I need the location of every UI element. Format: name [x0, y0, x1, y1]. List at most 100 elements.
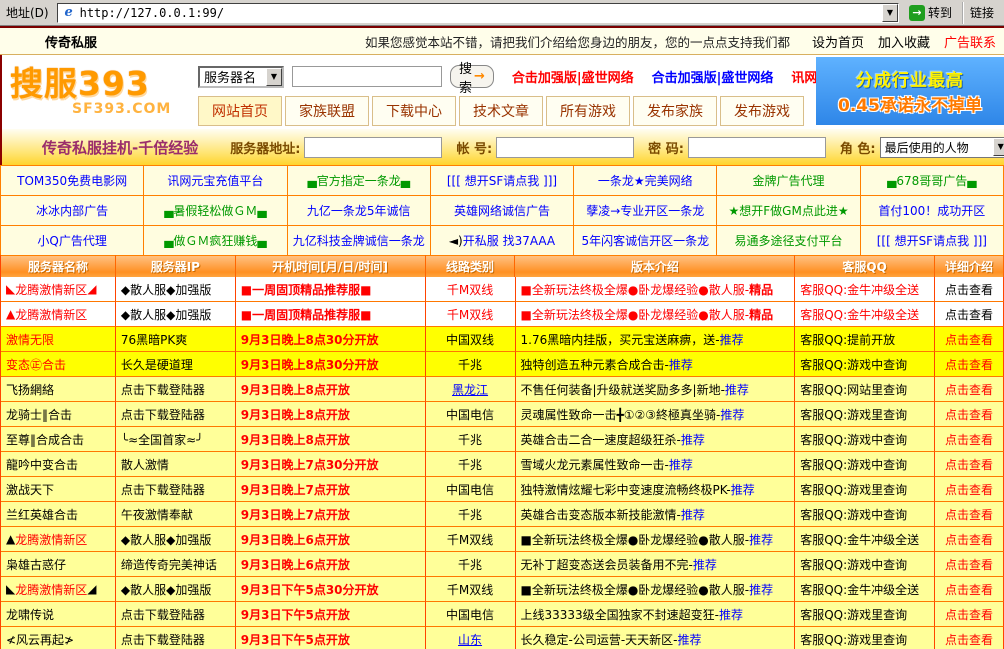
version-link[interactable]: ■全新玩法终极全爆●卧龙爆经验●散人服-推荐	[516, 577, 796, 602]
detail-link[interactable]: 点击查看	[935, 577, 1004, 602]
version-link[interactable]: ■全新玩法终极全爆●卧龙爆经验●散人服-精品	[516, 277, 796, 302]
ad-link-cell[interactable]: [[[ 想开SF请点我 ]]]	[431, 166, 574, 196]
server-name-link[interactable]: ≮风云再起≯	[1, 627, 116, 649]
ad-link-cell[interactable]: 5年闪客诚信开区一条龙	[574, 226, 717, 256]
server-name-link[interactable]: 龙骑士‖合击	[1, 402, 116, 427]
ad-link-cell[interactable]: 讯网元宝充值平台	[144, 166, 287, 196]
detail-link[interactable]: 点击查看	[935, 602, 1004, 627]
ad-link-cell[interactable]: ▄678哥哥广告▄	[861, 166, 1004, 196]
version-link[interactable]: ■全新玩法终极全爆●卧龙爆经验●散人服-推荐	[516, 527, 796, 552]
detail-link[interactable]: 点击查看	[935, 527, 1004, 552]
nav-tab[interactable]: 所有游戏	[546, 96, 630, 126]
version-link[interactable]: 不售任何装备|升级就送奖励多多|新地-推荐	[516, 377, 796, 402]
set-home-link[interactable]: 设为首页	[812, 32, 864, 51]
server-ip-cell[interactable]: ◆散人服◆加强版	[116, 577, 236, 602]
address-input[interactable]	[80, 6, 882, 20]
ad-link-cell[interactable]: ◄) 开私服 找37AAA	[431, 226, 574, 256]
detail-link[interactable]: 点击查看	[935, 327, 1004, 352]
nav-tab[interactable]: 网站首页	[198, 96, 282, 126]
nav-tab[interactable]: 发布家族	[633, 96, 717, 126]
server-ip-cell[interactable]: ◆散人服◆加强版	[116, 277, 236, 302]
server-name-link[interactable]: 枭雄古惑仔	[1, 552, 116, 577]
detail-link[interactable]: 点击查看	[935, 302, 1004, 327]
version-link[interactable]: 灵魂属性致命一击╋①②③終極真坐骑-推荐	[516, 402, 796, 427]
ad-link-cell[interactable]: 冰冰内部广告	[1, 196, 144, 226]
promo-link[interactable]: 合击加强版|盛世网络	[652, 67, 774, 86]
detail-link[interactable]: 点击查看	[935, 552, 1004, 577]
account-field[interactable]	[496, 137, 634, 158]
server-name-link[interactable]: 飞扬網絡	[1, 377, 116, 402]
links-toolbar[interactable]: 链接	[962, 2, 1002, 24]
detail-link[interactable]: 点击查看	[935, 477, 1004, 502]
go-button[interactable]: → 转到	[903, 2, 958, 24]
detail-link[interactable]: 点击查看	[935, 352, 1004, 377]
ad-link-cell[interactable]: 孽凌→专业开区一条龙	[574, 196, 717, 226]
server-name-link[interactable]: ◣龙腾激情新区◢	[1, 277, 116, 302]
search-button[interactable]: 搜索 →	[450, 65, 494, 88]
search-category-select[interactable]: 服务器名 ▼	[198, 66, 284, 88]
server-ip-cell[interactable]: 长久是硬道理	[116, 352, 236, 377]
ad-link-cell[interactable]: 英雄网络诚信广告	[431, 196, 574, 226]
version-link[interactable]: 无补丁超变态送会员装备用不完-推荐	[516, 552, 796, 577]
server-name-link[interactable]: 至尊‖合成合击	[1, 427, 116, 452]
detail-link[interactable]: 点击查看	[935, 402, 1004, 427]
detail-link[interactable]: 点击查看	[935, 377, 1004, 402]
version-link[interactable]: ■全新玩法终极全爆●卧龙爆经验●散人服-精品	[516, 302, 796, 327]
ad-link-cell[interactable]: 小Q广告代理	[1, 226, 144, 256]
password-field[interactable]	[688, 137, 826, 158]
server-ip-cell[interactable]: 午夜激情奉献	[116, 502, 236, 527]
detail-link[interactable]: 点击查看	[935, 452, 1004, 477]
ad-link-cell[interactable]: 金牌广告代理	[717, 166, 860, 196]
address-dropdown-button[interactable]: ▼	[882, 4, 898, 22]
server-name-link[interactable]: ▲龙腾激情新区	[1, 302, 116, 327]
server-ip-cell[interactable]: 76黑暗PK爽	[116, 327, 236, 352]
server-ip-cell[interactable]: ◆散人服◆加强版	[116, 302, 236, 327]
version-link[interactable]: 独特创造五种元素合成合击-推荐	[516, 352, 796, 377]
nav-tab[interactable]: 下载中心	[372, 96, 456, 126]
version-link[interactable]: 英雄合击变态版本新技能激情-推荐	[516, 502, 796, 527]
ad-link-cell[interactable]: ▄做ＧＭ疯狂赚钱▄	[144, 226, 287, 256]
nav-tab[interactable]: 技术文章	[459, 96, 543, 126]
address-input-box[interactable]: e ▼	[57, 3, 899, 23]
server-ip-cell[interactable]: ╰≈全国首家≈╯	[116, 427, 236, 452]
detail-link[interactable]: 点击查看	[935, 502, 1004, 527]
nav-tab[interactable]: 家族联盟	[285, 96, 369, 126]
ad-link-cell[interactable]: TOM350免费电影网	[1, 166, 144, 196]
ad-link-cell[interactable]: ▄官方指定一条龙▄	[288, 166, 431, 196]
version-link[interactable]: 独特激情炫耀七彩中变速度流畅终极PK-推荐	[516, 477, 796, 502]
promo-link[interactable]: 合击加强版|盛世网络	[512, 67, 634, 86]
version-link[interactable]: 英雄合击二合一速度超级狂杀-推荐	[516, 427, 796, 452]
site-logo[interactable]: 搜服393 SF393.COM	[10, 57, 196, 127]
server-ip-cell[interactable]: 缔造传奇完美神话	[116, 552, 236, 577]
ad-link-cell[interactable]: 易通多途径支付平台	[717, 226, 860, 256]
server-ip-cell[interactable]: 点击下载登陆器	[116, 627, 236, 649]
server-ip-cell[interactable]: 点击下载登陆器	[116, 602, 236, 627]
server-ip-cell[interactable]: 点击下载登陆器	[116, 477, 236, 502]
ad-link-cell[interactable]: [[[ 想开SF请点我 ]]]	[861, 226, 1004, 256]
server-ip-cell[interactable]: ◆散人服◆加强版	[116, 527, 236, 552]
server-ip-cell[interactable]: 点击下载登陆器	[116, 402, 236, 427]
role-select[interactable]: 最后使用的人物 ▼	[880, 137, 1004, 158]
detail-link[interactable]: 点击查看	[935, 277, 1004, 302]
server-name-link[interactable]: 兰红英雄合击	[1, 502, 116, 527]
server-ip-cell[interactable]: 散人激情	[116, 452, 236, 477]
version-link[interactable]: 上线33333级全国独家不封速超变狂-推荐	[516, 602, 796, 627]
server-name-link[interactable]: 龍吟中变合击	[1, 452, 116, 477]
ad-link-cell[interactable]: ★想开F做GM点此进★	[717, 196, 860, 226]
ad-link-cell[interactable]: 首付100！成功开区	[861, 196, 1004, 226]
add-favorite-link[interactable]: 加入收藏	[878, 32, 930, 51]
ad-link-cell[interactable]: 九亿科技金牌诚信一条龙	[288, 226, 431, 256]
server-name-link[interactable]: 变态㊣合击	[1, 352, 116, 377]
server-name-link[interactable]: ▲龙腾激情新区	[1, 527, 116, 552]
server-name-link[interactable]: 激情无限	[1, 327, 116, 352]
nav-tab[interactable]: 发布游戏	[720, 96, 804, 126]
ad-link-cell[interactable]: 一条龙★完美网络	[574, 166, 717, 196]
version-link[interactable]: 雪域火龙元素属性致命一击-推荐	[516, 452, 796, 477]
ad-link-cell[interactable]: ▄暑假轻松做ＧＭ▄	[144, 196, 287, 226]
detail-link[interactable]: 点击查看	[935, 427, 1004, 452]
version-link[interactable]: 1.76黑暗内挂版，买元宝送麻痹，送-推荐	[516, 327, 796, 352]
promo-banner[interactable]: 分成行业最高 0.45承诺永不掉单	[816, 57, 1004, 125]
ad-contact-link[interactable]: 广告联系	[944, 32, 996, 51]
server-name-link[interactable]: ◣龙腾激情新区◢	[1, 577, 116, 602]
server-address-field[interactable]	[304, 137, 442, 158]
